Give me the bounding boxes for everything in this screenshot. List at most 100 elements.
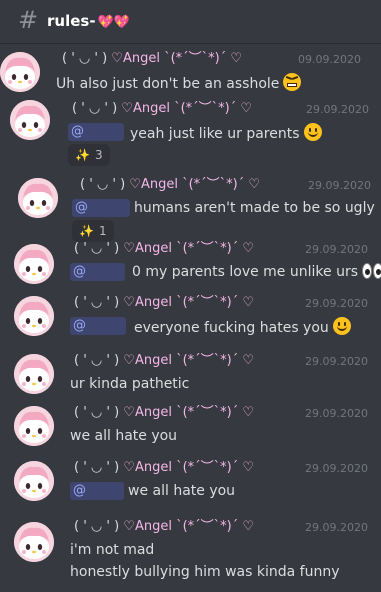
message-text: i'm not mad [70,541,154,559]
channel-hash-icon: # [18,6,39,34]
message-text: yeah just like ur parents [130,123,322,143]
channel-name[interactable]: rules- 💖💖 [47,11,130,33]
avatar[interactable] [14,296,54,336]
user-mention[interactable]: @ [68,123,124,141]
author-name-part: ˋ(*´︶`*)ˊ ♡ [176,460,255,475]
timestamp: 29.09.2020 [305,297,368,310]
author-name[interactable]: ( ' ◡ ' ) ♡Angel ˋ(*´︶`*)ˊ ♡ [74,295,254,311]
user-mention[interactable]: @ [72,199,130,217]
message-text: ur kinda pathetic [70,375,189,393]
timestamp: 29.09.2020 [305,521,368,534]
emoji-mouth [336,326,347,331]
author-name-part: ♡Angel [119,460,177,475]
author-name[interactable]: ( ' ◡ ' ) ♡Angel ˋ(*´︶`*)ˊ ♡ [62,51,242,67]
avatar-image [14,461,54,501]
author-name-part: ( ' ◡ ' ) [72,101,118,116]
avatar[interactable] [14,244,54,284]
avatar[interactable] [14,354,54,394]
author-name-part: ♡Angel [107,51,165,66]
user-mention[interactable]: @ [70,317,126,335]
message-text-content: i'm not mad [70,542,155,558]
author-name-part: ( ' ◡ ' ) [74,241,120,256]
author-name[interactable]: ( ' ◡ ' ) ♡Angel ˋ(*´︶`*)ˊ ♡ [74,519,254,535]
eyes-emoji-icon [362,263,381,284]
timestamp: 29.09.2020 [305,243,368,256]
author-name[interactable]: ( ' ◡ ' ) ♡Angel ˋ(*´︶`*)ˊ ♡ [80,177,260,193]
author-name-part: ( ' ◡ ' ) [74,353,120,368]
avatar[interactable] [10,100,50,140]
reaction-button[interactable]: ✨ 3 [68,144,110,166]
timestamp: 29.09.2020 [306,103,369,116]
author-name[interactable]: ( ' ◡ ' ) ♡Angel ˋ(*´︶`*)ˊ ♡ [74,241,254,257]
message-text-content: yeah just like ur parents [130,126,300,142]
emoji-mouth [287,83,298,87]
message-text: we all hate you [70,427,177,445]
emoji-brow [292,76,299,80]
reaction-count: 1 [98,224,107,238]
timestamp: 29.09.2020 [305,355,368,368]
mention-at: @ [73,318,86,333]
author-name-part: ˋ(*´︶`*)ˊ ♡ [164,51,243,66]
reaction-count: 3 [94,148,103,162]
message-text-content: ur kinda pathetic [70,376,190,392]
author-name-part: ˋ(*´︶`*)ˊ ♡ [176,295,255,310]
avatar[interactable] [0,52,40,92]
eye [362,263,372,279]
avatar-image [14,522,54,562]
avatar[interactable] [14,522,54,562]
avatar[interactable] [14,406,54,446]
message-text-content: honestly bullying him was kinda funny [70,564,340,580]
author-name-part: ♡Angel [119,353,177,368]
message-text: everyone fucking hates you [134,317,351,337]
message-text: 0 my parents love me unlike urs [132,263,381,284]
avatar[interactable] [18,178,58,218]
author-name-part: ( ' ◡ ' ) [80,177,126,192]
author-name-part: ˋ(*´︶`*)ˊ ♡ [176,519,255,534]
avatar-image [0,52,40,92]
author-name[interactable]: ( ' ◡ ' ) ♡Angel ˋ(*´︶`*)ˊ ♡ [74,405,254,421]
timestamp: 09.09.2020 [298,53,361,66]
author-name-part: ♡Angel [119,519,177,534]
author-name-part: ( ' ◡ ' ) [74,295,120,310]
avatar-image [14,244,54,284]
user-mention[interactable]: @ [70,482,124,500]
avatar[interactable] [14,461,54,501]
angry-emoji-icon [283,73,302,91]
sparkles-icon: ✨ [79,224,94,238]
channel-header: # rules- 💖💖 [0,0,381,44]
message-text: humans aren't made to be so ugly [134,199,375,217]
message-text-content: everyone fucking hates you [134,320,329,336]
author-name-part: ˋ(*´︶`*)ˊ ♡ [176,353,255,368]
avatar-image [10,100,50,140]
user-mention[interactable]: @ [70,263,125,281]
author-name-part: ♡Angel [125,177,183,192]
smile-emoji-icon [332,317,351,335]
message-text: honestly bullying him was kinda funny [70,563,340,581]
mention-at: @ [75,200,88,215]
smile-emoji-icon [303,123,322,141]
author-name[interactable]: ( ' ◡ ' ) ♡Angel ˋ(*´︶`*)ˊ ♡ [74,353,254,369]
author-name-part: ♡Angel [117,101,175,116]
author-name-part: ( ' ◡ ' ) [74,519,120,534]
emoji-mouth [307,132,318,137]
sparkling-heart-icon: 💖💖 [97,15,130,30]
message-text-content: we all hate you [70,428,178,444]
avatar-image [14,406,54,446]
avatar-image [18,178,58,218]
avatar-image [14,354,54,394]
message-text-content: we all hate you [128,483,236,499]
reaction-button[interactable]: ✨ 1 [72,220,114,242]
message-text-content: humans aren't made to be so ugly [134,200,375,216]
author-name-part: ˋ(*´︶`*)ˊ ♡ [176,405,255,420]
eye [373,263,381,279]
message-text: Uh also just don't be an asshole [56,73,302,93]
author-name-part: ♡Angel [119,405,177,420]
mention-at: @ [73,264,86,279]
author-name[interactable]: ( ' ◡ ' ) ♡Angel ˋ(*´︶`*)ˊ ♡ [74,460,254,476]
message-text-content: Uh also just don't be an asshole [56,76,280,92]
author-name-part: ♡Angel [119,241,177,256]
author-name-part: ˋ(*´︶`*)ˊ ♡ [176,241,255,256]
author-name-part: ♡Angel [119,295,177,310]
timestamp: 29.09.2020 [305,407,368,420]
author-name[interactable]: ( ' ◡ ' ) ♡Angel ˋ(*´︶`*)ˊ ♡ [72,101,252,117]
